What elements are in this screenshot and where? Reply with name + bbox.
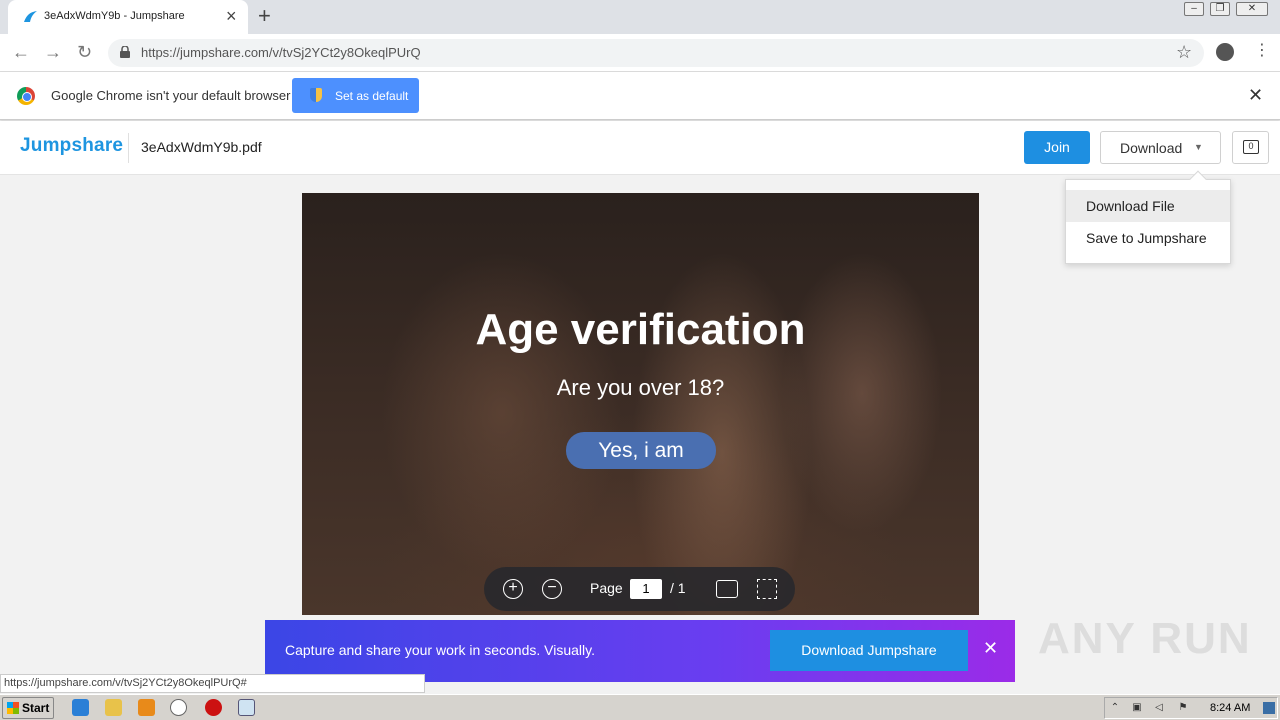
download-button[interactable]: Download ▼ (1100, 131, 1221, 164)
start-button[interactable]: Start (2, 697, 54, 719)
default-browser-infobar: Google Chrome isn't your default browser… (0, 72, 1280, 120)
jumpshare-favicon-icon (24, 11, 37, 22)
tray-expand-icon[interactable]: ⌃ (1109, 702, 1121, 714)
join-button[interactable]: Join (1024, 131, 1090, 164)
set-as-default-label: Set as default (335, 89, 409, 103)
clock: 8:24 AM (1210, 702, 1251, 714)
minimize-icon[interactable]: – (1184, 2, 1204, 16)
browser-menu-icon[interactable]: ⋮ (1254, 41, 1270, 61)
volume-icon[interactable]: ◁ (1153, 702, 1165, 714)
infobar-message: Google Chrome isn't your default browser (51, 88, 291, 103)
tab-close-icon[interactable]: × (226, 7, 237, 25)
set-as-default-button[interactable]: Set as default (292, 78, 419, 113)
page-total: / 1 (670, 580, 686, 596)
network-icon[interactable]: ▣ (1131, 702, 1143, 714)
lock-icon (120, 46, 130, 58)
infobar-close-icon[interactable]: ✕ (1248, 86, 1263, 104)
url-text: https://jumpshare.com/v/tvSj2YCt2y8Okeql… (141, 45, 421, 60)
tab-title: 3eAdxWdmY9b - Jumpshare (44, 10, 185, 22)
window-close-icon[interactable]: ✕ (1236, 2, 1268, 16)
yes-i-am-button[interactable]: Yes, i am (566, 432, 716, 469)
comments-button[interactable]: 0 (1232, 131, 1269, 164)
zoom-out-icon[interactable]: − (542, 579, 562, 599)
browser-tab[interactable]: 3eAdxWdmY9b - Jumpshare × (8, 0, 248, 34)
reload-icon[interactable]: ↻ (77, 42, 92, 62)
file-name: 3eAdxWdmY9b.pdf (141, 139, 262, 155)
zoom-in-icon[interactable]: + (503, 579, 523, 599)
page-label: Page (590, 580, 623, 596)
chrome-taskbar-icon[interactable] (170, 699, 187, 716)
account-icon[interactable] (1216, 43, 1234, 61)
chrome-logo-icon (17, 87, 35, 105)
jumpshare-logo[interactable]: Jumpshare (20, 135, 123, 157)
forward-icon[interactable]: → (44, 42, 62, 62)
page-number-input[interactable]: 1 (630, 579, 662, 599)
caret-down-icon: ▼ (1194, 142, 1203, 152)
jumpshare-header: Jumpshare 3eAdxWdmY9b.pdf Join Download … (0, 121, 1280, 175)
show-desktop-icon[interactable] (1263, 702, 1275, 714)
status-bar-url: https://jumpshare.com/v/tvSj2YCt2y8Okeql… (0, 674, 425, 693)
download-dropdown: Download File Save to Jumpshare (1065, 170, 1231, 264)
system-tray: ⌃ ▣ ◁ ⚑ 8:24 AM (1104, 697, 1278, 719)
promo-banner: Capture and share your work in seconds. … (265, 620, 1015, 682)
explorer-icon[interactable] (105, 699, 122, 716)
notepad-icon[interactable] (238, 699, 255, 716)
omnibox[interactable]: https://jumpshare.com/v/tvSj2YCt2y8Okeql… (108, 39, 1204, 67)
ie-icon[interactable] (72, 699, 89, 716)
download-jumpshare-button[interactable]: Download Jumpshare (770, 630, 968, 671)
anyrun-watermark: ANY RUN (1038, 614, 1252, 663)
bookmark-star-icon[interactable]: ☆ (1176, 42, 1192, 63)
address-bar-row: ← → ↻ https://jumpshare.com/v/tvSj2YCt2y… (0, 34, 1280, 72)
promo-close-icon[interactable]: ✕ (983, 638, 998, 658)
document-page: Age verification Are you over 18? Yes, i… (302, 193, 979, 615)
fullscreen-icon[interactable] (757, 579, 777, 599)
comment-count: 0 (1243, 140, 1259, 154)
browser-tab-strip: 3eAdxWdmY9b - Jumpshare × + – ❐ ✕ (0, 0, 1280, 34)
back-icon[interactable]: ← (12, 42, 30, 62)
header-divider (128, 133, 129, 163)
promo-text: Capture and share your work in seconds. … (285, 642, 595, 658)
viewer-toolbar: + − Page 1 / 1 (484, 567, 795, 611)
download-file-item[interactable]: Download File (1066, 190, 1230, 222)
flag-icon[interactable]: ⚑ (1177, 702, 1189, 714)
windows-taskbar: Start ⌃ ▣ ◁ ⚑ 8:24 AM (0, 694, 1280, 720)
download-button-label: Download (1120, 140, 1183, 156)
opera-icon[interactable] (205, 699, 222, 716)
start-label: Start (22, 701, 50, 715)
windows-logo-icon (7, 702, 19, 714)
media-player-icon[interactable] (138, 699, 155, 716)
age-verification-title: Age verification (475, 305, 806, 354)
new-tab-icon[interactable]: + (258, 4, 271, 28)
save-to-jumpshare-item[interactable]: Save to Jumpshare (1066, 222, 1230, 254)
age-verification-subtitle: Are you over 18? (556, 375, 725, 400)
restore-icon[interactable]: ❐ (1210, 2, 1230, 16)
shield-icon (310, 88, 322, 102)
print-icon[interactable] (716, 580, 738, 598)
